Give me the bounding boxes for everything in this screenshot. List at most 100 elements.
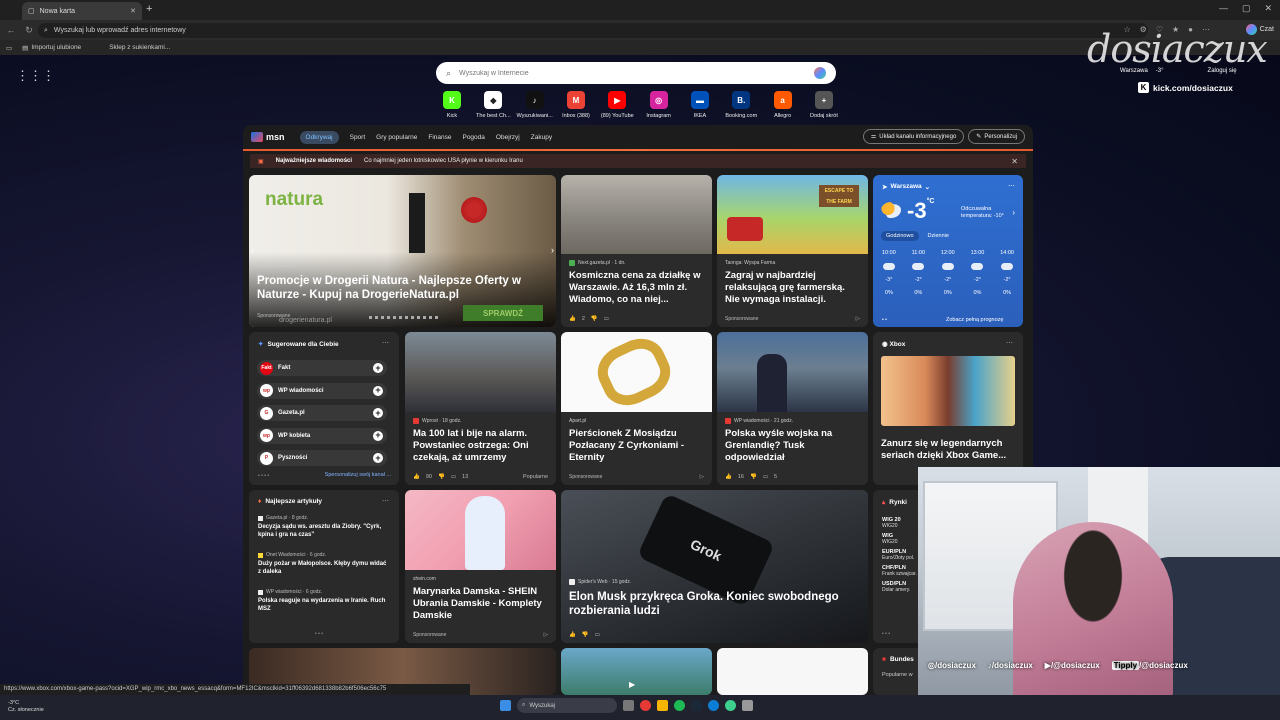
nav-obejrzyj[interactable]: Obejrzyj <box>496 134 520 141</box>
steam-icon[interactable] <box>691 700 702 711</box>
breaking-text[interactable]: Co najmniej jeden lotniskowiec USA płyni… <box>364 158 523 164</box>
edge-icon[interactable] <box>708 700 719 711</box>
follow-plus-icon[interactable]: + <box>373 385 383 396</box>
tab-new[interactable]: ▢ Nowa karta ✕ <box>22 2 142 20</box>
weather-location[interactable]: ➤ Warszawa ⌄ <box>882 183 930 191</box>
carousel-dots[interactable] <box>369 316 439 319</box>
quick-link[interactable]: ◎ Instagram <box>639 91 679 119</box>
top-article[interactable]: Gazeta.pl · 8 godz. Decyzja sądu ws. ares… <box>258 515 388 539</box>
taskbar-weather[interactable]: -3°C Cz. słonecznie <box>8 700 44 714</box>
app-launcher-icon[interactable]: ⋮⋮⋮ <box>16 68 55 84</box>
card-title[interactable]: Elon Musk przykręca Groka. Koniec swobod… <box>569 590 860 618</box>
card-title[interactable]: Ma 100 lat i bije na alarm. Powstaniec o… <box>413 428 548 464</box>
taskbar-search[interactable]: ⌕ Wyszukaj <box>517 698 617 713</box>
breaking-news-banner[interactable]: ▣ Najważniejsze wiadomości Co najmniej j… <box>250 154 1026 168</box>
url-field[interactable]: ⌕ Wyszukaj lub wprowadź adres internetow… <box>38 23 1148 38</box>
dislike-icon[interactable]: 👎 <box>750 474 757 480</box>
card-title[interactable]: Marynarka Damska - SHEIN Ubrania Damskie… <box>413 586 548 622</box>
play-icon[interactable]: ▶ <box>629 680 635 689</box>
favorite-import[interactable]: ▤ Importuj ulubione <box>22 44 81 52</box>
top-article[interactable]: WP wiadomości · 6 godz. Polska reaguje na… <box>258 589 388 613</box>
follow-plus-icon[interactable]: + <box>373 430 383 441</box>
top-article[interactable]: Onet Wiadomości · 6 godz. Duży pożar w Ma… <box>258 552 388 576</box>
maximize-button[interactable]: ▢ <box>1242 3 1251 14</box>
copilot-search-icon[interactable] <box>814 67 826 79</box>
search-input[interactable] <box>459 69 800 77</box>
hero-card[interactable]: natura drogerienatura.pl Promocje w Drog… <box>249 175 556 327</box>
quick-link[interactable]: a Allegro <box>763 91 803 119</box>
like-icon[interactable]: 👍 <box>725 474 732 480</box>
more-icon[interactable]: ⋯ <box>1006 339 1013 347</box>
quick-link[interactable]: ♪ Wyszukiwani... <box>515 91 555 119</box>
comment-icon[interactable]: ▭ <box>604 316 609 322</box>
hero-title[interactable]: Promocje w Drogerii Natura - Najlepsze O… <box>257 274 548 302</box>
prev-arrow-icon[interactable]: ‹ <box>251 245 254 255</box>
suggested-source[interactable]: Fakt Fakt + <box>257 360 387 376</box>
more-icon[interactable]: ⋯ <box>382 339 389 347</box>
ad-card-ring[interactable]: Apart.pl Pierścionek Z Mosiądzu Pozłacan… <box>561 332 712 485</box>
quick-link[interactable]: B. Booking.com <box>721 91 761 119</box>
ad-choice-icon[interactable]: ▷ <box>856 316 860 322</box>
tab-daily[interactable]: Dziennie <box>923 231 954 241</box>
like-icon[interactable]: 👍 <box>569 316 576 322</box>
dislike-icon[interactable]: 👎 <box>582 632 589 638</box>
xbox-card[interactable]: ◉ Xbox ⋯ Zanurz się w legendarnych seria… <box>873 332 1023 485</box>
tab-hourly[interactable]: Godzinowo <box>881 231 919 241</box>
more-icon[interactable]: ⋯ <box>382 497 389 505</box>
file-explorer-icon[interactable] <box>657 700 668 711</box>
personalize-feed-link[interactable]: Spersonalizuj swój kanał ... <box>325 472 391 478</box>
news-card-protest[interactable]: Wprost · 18 godz. Ma 100 lat i bije na a… <box>405 332 556 485</box>
next-arrow-icon[interactable]: › <box>551 245 554 255</box>
pager-dots[interactable]: • • • • <box>258 473 269 479</box>
ad-card-shein[interactable]: shein.com Marynarka Damska - SHEIN Ubran… <box>405 490 556 643</box>
minimize-button[interactable]: — <box>1219 3 1228 14</box>
card-title[interactable]: Pierścionek Z Mosiądzu Pozłacany Z Cyrko… <box>569 428 704 464</box>
favorite-shop[interactable]: Sklep z sukienkami... <box>109 44 170 51</box>
suggested-source[interactable]: wp WP kobieta + <box>257 427 387 444</box>
pager-dots[interactable]: • • <box>882 317 887 323</box>
like-icon[interactable]: 👍 <box>569 632 576 638</box>
personalize-button[interactable]: ✎ Personalizuj <box>968 129 1025 144</box>
settings-icon[interactable] <box>742 700 753 711</box>
quick-link[interactable]: M Inbox (388) <box>556 91 596 119</box>
windows-start-icon[interactable] <box>500 700 511 711</box>
close-window-button[interactable]: ✕ <box>1264 3 1272 14</box>
pager-dots[interactable]: • • • <box>882 631 890 637</box>
tab-close-icon[interactable]: ✕ <box>130 7 136 15</box>
partial-card-3[interactable] <box>717 648 868 695</box>
comment-icon[interactable]: ▭ <box>595 632 600 638</box>
card-title[interactable]: Zanurz się w legendarnych seriach dzięki… <box>881 438 1015 462</box>
pager-dots[interactable]: • • • <box>315 631 323 637</box>
partial-card-2[interactable]: ▶ <box>561 648 712 695</box>
refresh-button[interactable]: ↻ <box>22 25 36 36</box>
app-icon[interactable] <box>640 700 651 711</box>
comment-icon[interactable]: ▭ <box>763 474 768 480</box>
quick-link[interactable]: K Kick <box>432 91 472 119</box>
ad-card-farm[interactable]: ESCAPE TO THE FARM Taonga: Wyspa Farma Z… <box>717 175 868 327</box>
spotify-icon[interactable] <box>674 700 685 711</box>
follow-plus-icon[interactable]: + <box>373 453 383 463</box>
news-card-tusk[interactable]: WP wiadomości · 21 godz. Polska wyśle wo… <box>717 332 868 485</box>
weather-card[interactable]: ➤ Warszawa ⌄ ⋯ -3°C Odczuwalna temperatura… <box>873 175 1023 327</box>
quick-link[interactable]: ▬ IKEA <box>680 91 720 119</box>
nav-odkrywaj[interactable]: Odkrywaj <box>299 130 339 144</box>
new-tab-button[interactable]: + <box>146 3 152 15</box>
suggested-source[interactable]: P Pyszności + <box>257 450 387 466</box>
news-card-grok[interactable]: Grok Spider's Web · 15 godz. Elon Musk p… <box>561 490 868 643</box>
close-icon[interactable]: ✕ <box>1011 157 1018 166</box>
suggested-source[interactable]: G Gazeta.pl + <box>257 405 387 421</box>
more-icon[interactable]: ⋯ <box>1008 182 1015 190</box>
ad-choice-icon[interactable]: ▷ <box>700 474 704 480</box>
nav-sport[interactable]: Sport <box>350 134 366 141</box>
quick-link[interactable]: + Dodaj skrót <box>804 91 844 119</box>
quick-link[interactable]: ◆ The best Ch... <box>473 91 513 119</box>
web-search-box[interactable]: ⌕ <box>436 62 836 84</box>
suggested-source[interactable]: wp WP wiadomości + <box>257 382 387 399</box>
dislike-icon[interactable]: 👎 <box>591 316 598 322</box>
nav-zakupy[interactable]: Zakupy <box>531 134 552 141</box>
card-title[interactable]: Polska wyśle wojska na Grenlandię? Tusk … <box>725 428 860 464</box>
card-title[interactable]: Zagraj w najbardziej relaksującą grę far… <box>725 270 860 306</box>
sprawdz-button[interactable]: SPRAWDŹ <box>463 305 543 321</box>
next-arrow-icon[interactable]: › <box>1012 208 1015 217</box>
ad-choice-icon[interactable]: ▷ <box>544 632 548 638</box>
